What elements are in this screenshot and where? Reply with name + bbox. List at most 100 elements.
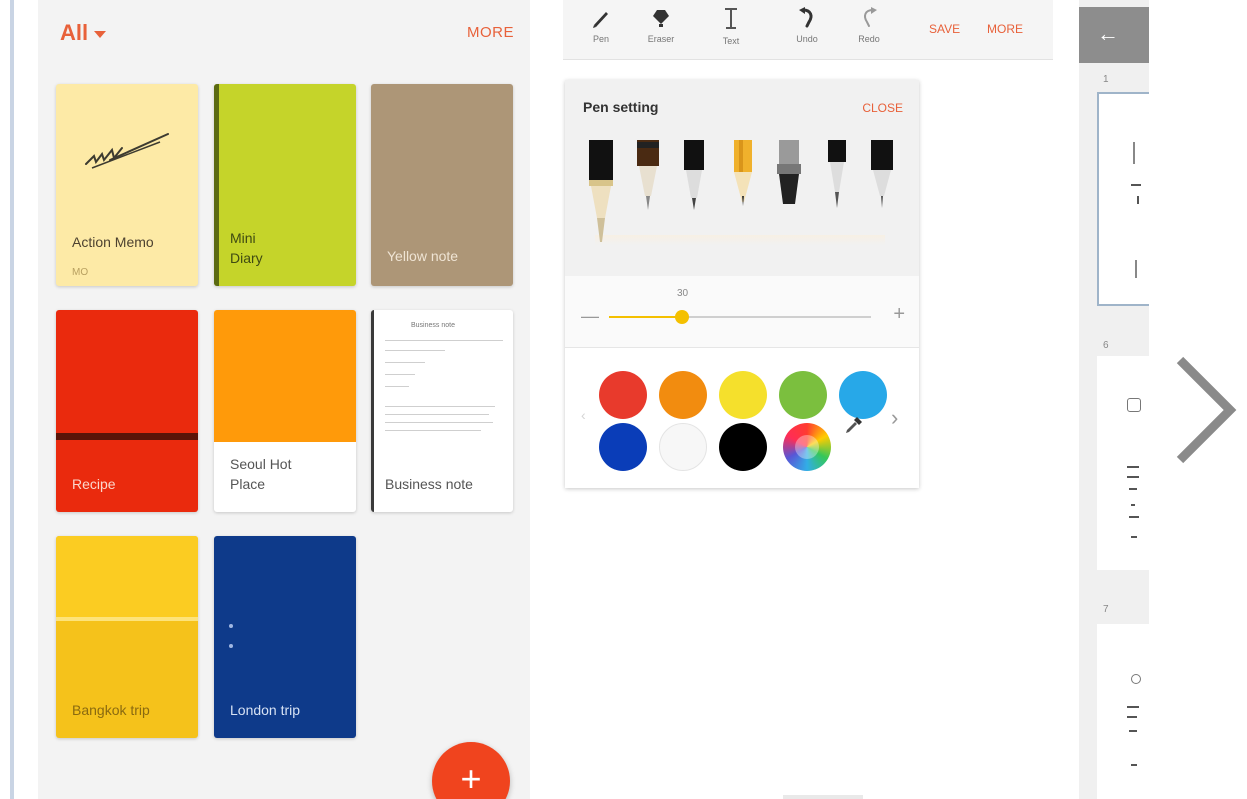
note-title: Action Memo	[72, 234, 154, 250]
note-title: Recipe	[72, 476, 116, 492]
save-button[interactable]: SAVE	[929, 22, 960, 36]
tool-label: Text	[722, 36, 740, 46]
brush-pen-icon[interactable]	[825, 140, 849, 212]
undo-tool-button[interactable]: Undo	[781, 6, 833, 44]
doc-line	[385, 350, 445, 351]
cover-top	[214, 310, 356, 442]
thumb-mark	[1129, 488, 1137, 490]
notebook-london-trip[interactable]: London trip	[214, 536, 356, 738]
doc-line	[385, 386, 409, 387]
doc-line	[385, 422, 493, 423]
page-number: 6	[1103, 340, 1109, 351]
pen-setting-title: Pen setting	[583, 99, 659, 115]
doc-line	[385, 362, 425, 363]
note-title: Yellow note	[387, 248, 459, 264]
screen-edge	[0, 0, 16, 799]
notebook-spine	[214, 84, 219, 286]
add-note-button[interactable]: +	[432, 742, 510, 799]
text-tool-button[interactable]: Text	[705, 6, 757, 46]
editor-panel: Pen Eraser Text Undo Redo SAVE MORE Pen …	[553, 0, 1063, 799]
thumb-mark	[1135, 260, 1137, 278]
chevron-right-icon[interactable]	[1172, 354, 1238, 466]
color-swatch-blue[interactable]	[599, 423, 647, 471]
pen-setting-close-button[interactable]: CLOSE	[862, 101, 903, 115]
thumb-mark	[1127, 706, 1139, 708]
app-screen: All MORE Action Memo MO Mini Diary Yello…	[0, 0, 1247, 799]
calligraphy-pen-icon[interactable]	[635, 140, 661, 212]
note-title: Mini Diary	[230, 230, 263, 266]
notebook-list-header: All MORE	[38, 0, 530, 64]
thumb-mark	[1127, 716, 1137, 718]
slider-fill	[609, 316, 683, 318]
increase-size-button[interactable]: +	[893, 303, 905, 326]
scroll-indicator	[783, 795, 863, 799]
thumb-mark	[1127, 398, 1141, 412]
pen-setting-popup: Pen setting CLOSE 30 — + ‹ ›	[565, 80, 919, 488]
arrow-left-icon[interactable]: ←	[1097, 21, 1119, 47]
pencil-icon[interactable]	[731, 140, 755, 212]
doc-line	[385, 374, 415, 375]
notebook-yellow-note[interactable]: Yellow note	[371, 84, 513, 286]
notebook-bangkok-trip[interactable]: Bangkok trip	[56, 536, 198, 738]
thumb-mark	[1133, 142, 1135, 164]
doc-line	[385, 340, 503, 341]
tool-label: Pen	[592, 34, 609, 44]
note-title: Seoul Hot Place	[230, 456, 292, 492]
note-title: London trip	[230, 702, 301, 718]
notebook-business-note[interactable]: Business note Business note	[371, 310, 513, 512]
caret-down-icon	[94, 30, 107, 38]
page-thumbnail[interactable]	[1097, 92, 1149, 306]
text-cursor-icon	[725, 8, 737, 29]
pen-type-area: Pen setting CLOSE	[565, 80, 919, 276]
notebook-recipe[interactable]: Recipe	[56, 310, 198, 512]
pen-size-slider[interactable]	[609, 310, 871, 324]
fineliner-pen-icon[interactable]	[869, 140, 895, 212]
tool-label: Redo	[858, 34, 880, 44]
notebook-action-memo[interactable]: Action Memo MO	[56, 84, 198, 286]
notebook-list-panel: All MORE Action Memo MO Mini Diary Yello…	[38, 0, 530, 799]
color-swatch-yellow[interactable]	[719, 371, 767, 419]
editor-more-button[interactable]: MORE	[987, 22, 1023, 36]
notes-more-button[interactable]: MORE	[467, 24, 514, 41]
color-swatch-orange[interactable]	[659, 371, 707, 419]
scribble-icon	[85, 133, 169, 169]
color-swatch-sky-blue[interactable]	[839, 371, 887, 419]
doc-line	[385, 406, 495, 407]
color-swatch-green[interactable]	[779, 371, 827, 419]
pen-shadow	[595, 235, 885, 245]
decrease-size-button[interactable]: —	[581, 306, 599, 327]
page-thumbnail[interactable]	[1097, 356, 1149, 570]
thumb-mark	[1131, 764, 1137, 766]
note-subtitle: MO	[72, 267, 89, 278]
fountain-pen-icon[interactable]	[587, 140, 615, 244]
eyedropper-icon[interactable]	[843, 414, 865, 436]
thumb-mark	[1129, 730, 1137, 732]
eraser-tool-button[interactable]: Eraser	[635, 6, 687, 44]
note-title: Bangkok trip	[72, 702, 150, 718]
doc-line	[385, 430, 481, 431]
pen-tool-button[interactable]: Pen	[575, 6, 627, 44]
pen-icon	[593, 12, 608, 28]
marker-icon[interactable]	[775, 140, 803, 212]
slider-thumb[interactable]	[675, 310, 690, 324]
undo-icon	[799, 7, 813, 28]
binding-dot	[229, 624, 233, 628]
color-swatch-white[interactable]	[659, 423, 707, 471]
color-picker-swatch[interactable]	[783, 423, 831, 471]
page-thumbnail[interactable]	[1097, 624, 1149, 799]
redo-tool-button[interactable]: Redo	[843, 6, 895, 44]
thumb-mark	[1127, 476, 1139, 478]
doc-line	[385, 414, 489, 415]
cover-band	[56, 433, 198, 440]
notebook-mini-diary[interactable]: Mini Diary	[214, 84, 356, 286]
color-swatch-black[interactable]	[719, 423, 767, 471]
chevron-left-icon: ‹	[581, 407, 586, 423]
notebook-seoul-hot-place[interactable]: Seoul Hot Place	[214, 310, 356, 512]
color-swatch-red[interactable]	[599, 371, 647, 419]
filter-dropdown[interactable]: All	[60, 20, 107, 46]
pen-size-value: 30	[677, 288, 689, 299]
ballpoint-pen-icon[interactable]	[682, 140, 706, 212]
filter-label: All	[60, 20, 89, 45]
chevron-right-icon[interactable]: ›	[891, 405, 898, 431]
thumb-mark	[1129, 516, 1139, 518]
